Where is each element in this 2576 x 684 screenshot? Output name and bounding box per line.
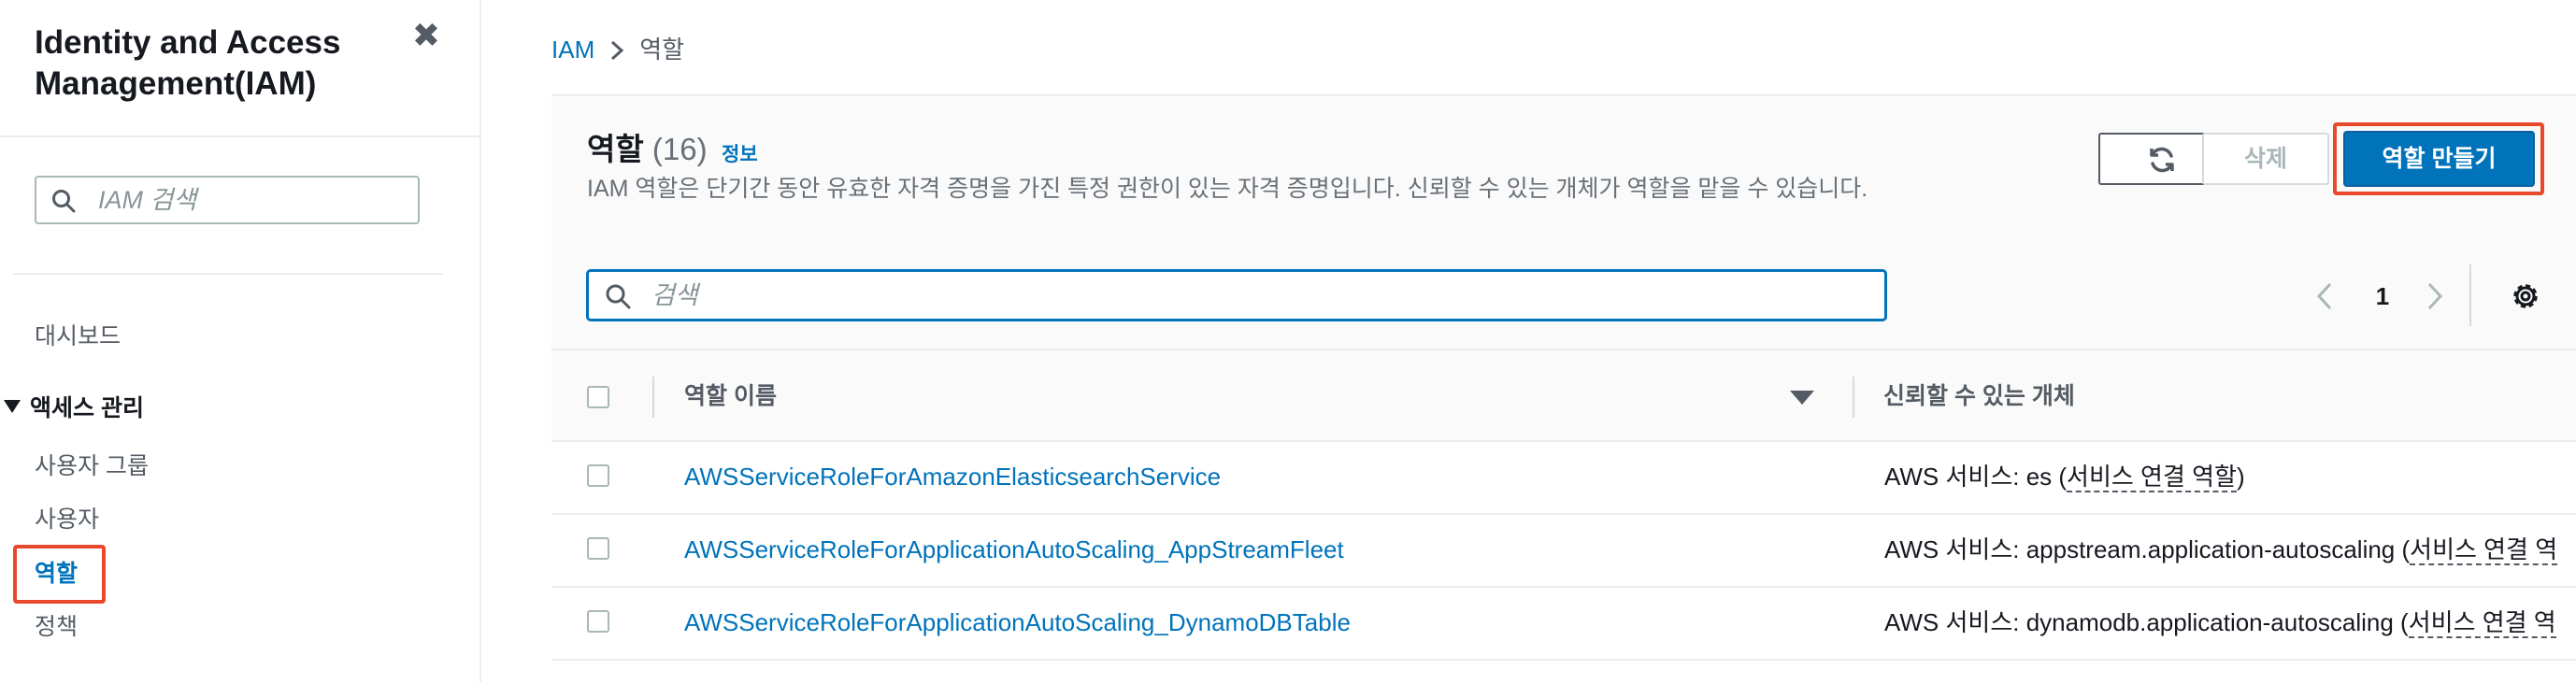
delete-button[interactable]: 삭제 bbox=[2202, 133, 2329, 185]
search-placeholder: IAM 검색 bbox=[98, 186, 197, 214]
row-checkbox[interactable] bbox=[587, 464, 609, 487]
select-all-checkbox[interactable] bbox=[587, 386, 609, 408]
close-icon[interactable]: ✖ bbox=[409, 19, 443, 52]
service-linked-role-link[interactable]: 서비스 연결 역 bbox=[2408, 608, 2556, 638]
trusted-entity-cell: AWS 서비스: es (서비스 연결 역할) bbox=[1884, 459, 2245, 494]
sidebar-item-dashboard[interactable]: 대시보드 bbox=[35, 321, 121, 352]
sidebar-section-access-management[interactable]: 액세스 관리 bbox=[0, 392, 144, 424]
service-linked-role-link[interactable]: 서비스 연결 역 bbox=[2410, 535, 2558, 565]
chevron-right-icon[interactable] bbox=[2421, 279, 2449, 313]
gear-icon[interactable] bbox=[2509, 279, 2542, 313]
sidebar: Identity and Access Management(IAM) ✖ IA… bbox=[0, 0, 481, 682]
sidebar-title: Identity and Access Management(IAM) bbox=[35, 24, 341, 102]
table-row: AWSServiceRoleForAmazonElasticsearchServ… bbox=[551, 442, 2576, 515]
breadcrumb: IAM 역할 bbox=[551, 34, 684, 65]
table-header: 역할 이름 신뢰할 수 있는 개체 bbox=[551, 349, 2576, 442]
caret-down-icon bbox=[4, 400, 21, 413]
sidebar-item-users[interactable]: 사용자 bbox=[35, 504, 99, 535]
page-description: IAM 역할은 단기간 동안 유효한 자격 증명을 가진 특정 권한이 있는 자… bbox=[587, 176, 1868, 202]
search-placeholder: 검색 bbox=[651, 281, 698, 309]
table-row: AWSServiceRoleForApplicationAutoScaling_… bbox=[551, 515, 2576, 588]
chevron-left-icon[interactable] bbox=[2311, 279, 2339, 313]
role-name-link[interactable]: AWSServiceRoleForAmazonElasticsearchServ… bbox=[684, 459, 1221, 494]
trust-text: AWS 서비스: es ( bbox=[1884, 463, 2068, 491]
divider bbox=[2469, 264, 2471, 326]
trust-text: AWS 서비스: appstream.application-autoscali… bbox=[1884, 535, 2411, 563]
title-text: 역할 bbox=[587, 132, 644, 166]
refresh-icon bbox=[2150, 147, 2174, 173]
section-label: 액세스 관리 bbox=[30, 395, 144, 421]
column-header-role-name[interactable]: 역할 이름 bbox=[684, 379, 777, 413]
breadcrumb-iam-link[interactable]: IAM bbox=[551, 36, 594, 64]
column-divider bbox=[1853, 377, 1854, 418]
service-linked-role-link[interactable]: 서비스 연결 역할 bbox=[2067, 463, 2237, 492]
trust-text-suffix: ) bbox=[2236, 463, 2245, 491]
sidebar-search-input[interactable]: IAM 검색 bbox=[35, 176, 420, 224]
trusted-entity-cell: AWS 서비스: appstream.application-autoscali… bbox=[1884, 532, 2558, 567]
sidebar-item-user-groups[interactable]: 사용자 그룹 bbox=[35, 450, 149, 482]
search-icon bbox=[606, 284, 631, 309]
trust-text: AWS 서비스: dynamodb.application-autoscalin… bbox=[1884, 608, 2409, 636]
trusted-entity-cell: AWS 서비스: dynamodb.application-autoscalin… bbox=[1884, 605, 2556, 640]
row-checkbox[interactable] bbox=[587, 537, 609, 560]
column-divider bbox=[652, 377, 654, 418]
sort-descending-icon[interactable] bbox=[1790, 391, 1814, 405]
sidebar-item-roles[interactable]: 역할 bbox=[35, 558, 78, 590]
page-number[interactable]: 1 bbox=[2368, 279, 2397, 313]
create-role-button[interactable]: 역할 만들기 bbox=[2343, 131, 2535, 187]
table-row: AWSServiceRoleForApplicationAutoScaling_… bbox=[551, 588, 2576, 661]
chevron-right-icon bbox=[609, 34, 624, 65]
role-name-link[interactable]: AWSServiceRoleForApplicationAutoScaling_… bbox=[684, 605, 1351, 640]
role-count: (16) bbox=[651, 132, 708, 166]
search-icon bbox=[52, 190, 76, 213]
column-header-trusted-entities[interactable]: 신뢰할 수 있는 개체 bbox=[1883, 379, 2075, 413]
role-name-link[interactable]: AWSServiceRoleForApplicationAutoScaling_… bbox=[684, 532, 1344, 567]
row-checkbox[interactable] bbox=[587, 610, 609, 633]
roles-search-input[interactable]: 검색 bbox=[586, 269, 1887, 321]
info-link[interactable]: 정보 bbox=[722, 139, 758, 167]
page-title: 역할 (16) bbox=[587, 130, 708, 169]
divider bbox=[13, 273, 443, 275]
sidebar-item-policies[interactable]: 정책 bbox=[35, 611, 78, 643]
divider bbox=[0, 135, 479, 137]
table-header-zone: 역할 (16) 정보 IAM 역할은 단기간 동안 유효한 자격 증명을 가진 … bbox=[551, 96, 2576, 349]
roles-table-container: 역할 (16) 정보 IAM 역할은 단기간 동안 유효한 자격 증명을 가진 … bbox=[551, 94, 2576, 684]
breadcrumb-current: 역할 bbox=[639, 36, 685, 64]
